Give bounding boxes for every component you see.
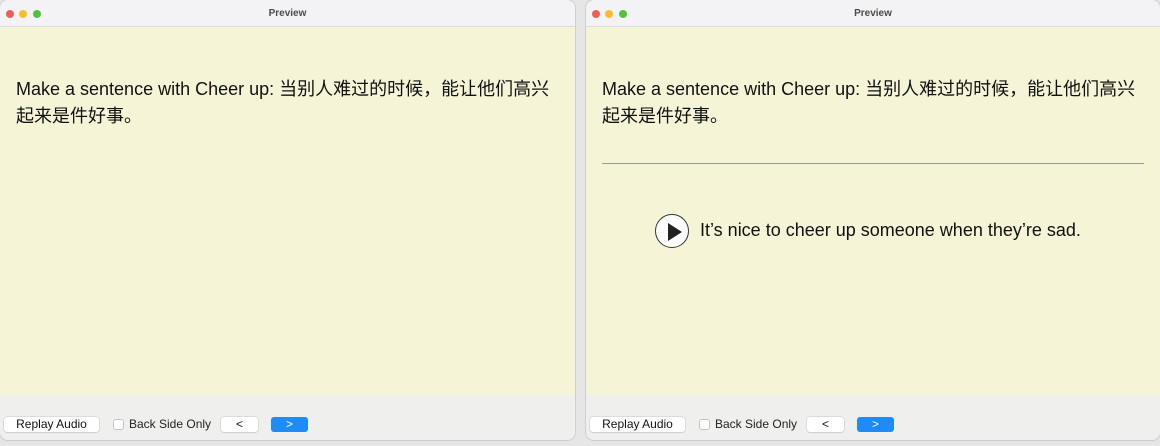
next-card-button[interactable]: > [857,417,894,432]
card-area: Make a sentence with Cheer up: 当别人难过的时候，… [586,27,1160,395]
card-front-text: Make a sentence with Cheer up: 当别人难过的时候，… [602,79,1136,126]
window-title: Preview [268,8,307,19]
back-side-only-checkbox[interactable] [699,419,710,430]
title-bar: Preview [0,0,575,27]
previous-card-button[interactable]: < [807,417,844,432]
next-card-button[interactable]: > [271,417,308,432]
replay-audio-button[interactable]: Replay Audio [4,417,99,432]
card-front-text: Make a sentence with Cheer up: 当别人难过的时候，… [16,79,550,126]
card-back-text: It’s nice to cheer up someone when they’… [700,220,1081,240]
window-title: Preview [854,8,892,19]
preview-window-back: Preview Make a sentence with Cheer up: 当… [586,0,1160,440]
preview-window-front: Preview Make a sentence with Cheer up: 当… [0,0,575,440]
play-icon[interactable] [655,214,689,248]
back-side-only-label: Back Side Only [129,417,212,431]
previous-card-button[interactable]: < [221,417,258,432]
answer-divider [602,163,1144,164]
card-area: Make a sentence with Cheer up: 当别人难过的时候，… [0,27,575,395]
title-bar: Preview [586,0,1160,27]
back-side-only-label: Back Side Only [715,417,798,431]
replay-audio-button[interactable]: Replay Audio [590,417,685,432]
preview-footer: Replay Audio Back Side Only < > [586,395,1160,440]
preview-footer: Replay Audio Back Side Only < > [0,395,575,440]
back-side-only-checkbox[interactable] [113,419,124,430]
